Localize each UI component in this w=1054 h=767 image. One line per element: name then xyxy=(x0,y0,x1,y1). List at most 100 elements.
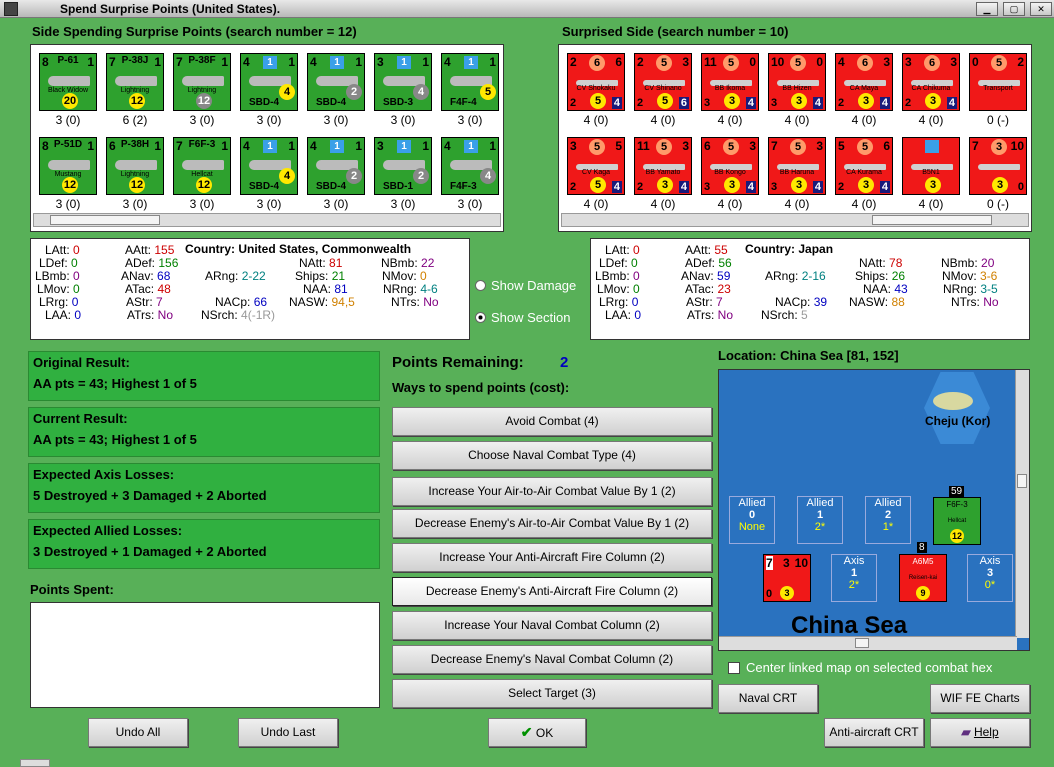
counter-right-value: 6 xyxy=(615,55,622,69)
action-button-8[interactable]: Select Target (3) xyxy=(392,679,712,708)
minimize-icon[interactable]: ▁ xyxy=(976,2,998,16)
show-section-radio[interactable] xyxy=(475,312,486,323)
counter-mid-value: 3 xyxy=(991,139,1007,155)
us-counter-1[interactable]: 7 P-38J 1 Lightning 12 xyxy=(106,53,164,111)
island-label: Cheju (Kor) xyxy=(925,414,991,428)
map-vscroll[interactable] xyxy=(1015,370,1029,638)
mini-map[interactable]: Cheju (Kor) Allied 0 None Allied 1 2* Allied… xyxy=(718,369,1030,651)
action-button-4[interactable]: Increase Your Anti-Aircraft Fire Column … xyxy=(392,543,712,572)
jp-counter-4[interactable]: 4 6 3 CA Maya 2 3 4 xyxy=(835,53,893,111)
counter-top-value: 1 xyxy=(397,140,411,153)
counter-br-value: 4 xyxy=(745,181,756,193)
action-button-0[interactable]: Avoid Combat (4) xyxy=(392,407,712,436)
wif-charts-button[interactable]: WIF FE Charts xyxy=(930,684,1030,713)
map-hscroll[interactable] xyxy=(719,636,1017,650)
help-button[interactable]: ▰ Help xyxy=(930,718,1030,747)
combat-box-axis-1[interactable]: Axis 1 2* xyxy=(831,554,877,602)
undo-all-button[interactable]: Undo All xyxy=(88,718,188,747)
action-button-1[interactable]: Choose Naval Combat Type (4) xyxy=(392,441,712,470)
us-ntrs: No xyxy=(423,295,439,309)
counter-br-value: 4 xyxy=(879,97,890,109)
us-counter-2[interactable]: 7 P-38F 1 Lightning 12 xyxy=(173,53,231,111)
jp-anav: 59 xyxy=(717,269,731,283)
counter-bl-value: 3 xyxy=(771,181,778,193)
points-spent-list[interactable] xyxy=(30,602,380,708)
us-counter-3[interactable]: 4 1 1 SBD-4 4 xyxy=(240,53,298,111)
surprised-side-header: Surprised Side (search number = 10) xyxy=(562,24,789,39)
aa-crt-button[interactable]: Anti-aircraft CRT xyxy=(824,718,924,747)
us-counter-12[interactable]: 3 1 1 SBD-1 2 xyxy=(374,137,432,195)
scroll-thumb[interactable] xyxy=(50,215,160,225)
combat-box-allied-2[interactable]: Allied 2 1* xyxy=(865,496,911,544)
jp-counter-13[interactable]: 7 3 10 3 0 xyxy=(969,137,1027,195)
action-button-3[interactable]: Decrease Enemy's Air-to-Air Combat Value… xyxy=(392,509,712,538)
jp-counter-3[interactable]: 10 5 0 BB Hizen 3 3 4 xyxy=(768,53,826,111)
jp-arng: 2-16 xyxy=(801,269,826,283)
center-map-checkbox[interactable] xyxy=(728,662,740,674)
jp-counter-scrollbar[interactable] xyxy=(561,213,1029,227)
jp-counter-7[interactable]: 3 5 5 CV Kaga 2 5 4 xyxy=(567,137,625,195)
jp-counter-10[interactable]: 7 5 3 BB Haruna 3 3 4 xyxy=(768,137,826,195)
us-counter-scrollbar[interactable] xyxy=(33,213,501,227)
scroll-thumb[interactable] xyxy=(872,215,992,225)
counter-name: BB Hizen xyxy=(782,85,812,92)
action-button-7[interactable]: Decrease Enemy's Naval Combat Column (2) xyxy=(392,645,712,674)
us-counter-0[interactable]: 8 P-61 1 Black Widow 20 xyxy=(39,53,97,111)
naval-crt-button[interactable]: Naval CRT xyxy=(718,684,818,713)
jp-nbmb: 20 xyxy=(981,256,995,270)
show-damage-radio[interactable] xyxy=(475,280,486,291)
us-counter-label: 3 (0) xyxy=(189,113,215,127)
us-counter-11[interactable]: 4 1 1 SBD-4 2 xyxy=(307,137,365,195)
jp-counter-11[interactable]: 5 5 6 CA Kurama 2 3 4 xyxy=(835,137,893,195)
us-counter-10[interactable]: 4 1 1 SBD-4 4 xyxy=(240,137,298,195)
map-counter-f6f3[interactable]: F6F-3 Hellcat 12 xyxy=(933,497,981,545)
us-counter-13[interactable]: 4 1 1 F4F-3 4 xyxy=(441,137,499,195)
show-damage-label[interactable]: Show Damage xyxy=(491,278,576,293)
jp-counter-5[interactable]: 3 6 3 CA Chikuma 2 3 4 xyxy=(902,53,960,111)
us-counter-6[interactable]: 4 1 1 F4F-4 5 xyxy=(441,53,499,111)
action-button-5[interactable]: Decrease Enemy's Anti-Aircraft Fire Colu… xyxy=(392,577,712,606)
jp-counter-8[interactable]: 11 5 3 BB Yamato 2 3 4 xyxy=(634,137,692,195)
us-counter-8[interactable]: 6 P-38H 1 Lightning 12 xyxy=(106,137,164,195)
us-nasw: 94,5 xyxy=(331,295,355,309)
combat-box-axis-3[interactable]: Axis 3 0* xyxy=(967,554,1013,602)
us-counter-9[interactable]: 7 F6F-3 1 Hellcat 12 xyxy=(173,137,231,195)
action-button-6[interactable]: Increase Your Naval Combat Column (2) xyxy=(392,611,712,640)
counter-right-value: 1 xyxy=(355,55,362,69)
jp-counter-0[interactable]: 2 6 6 CV Shokaku 2 5 4 xyxy=(567,53,625,111)
close-icon[interactable]: ✕ xyxy=(1030,2,1052,16)
jp-counter-label: 4 (0) xyxy=(717,197,743,211)
jp-adef: 56 xyxy=(718,256,732,270)
counter-top-value: 1 xyxy=(263,56,277,69)
us-counter-label: 3 (0) xyxy=(457,113,483,127)
jp-counter-label: 4 (0) xyxy=(650,197,676,211)
jp-counter-1[interactable]: 2 5 3 CV Shinano 2 5 6 xyxy=(634,53,692,111)
jp-counter-6[interactable]: 0 5 2 Transport xyxy=(969,53,1027,111)
counter-right-value: 3 xyxy=(749,139,756,153)
action-button-2[interactable]: Increase Your Air-to-Air Combat Value By… xyxy=(392,477,712,506)
us-atac: 48 xyxy=(157,282,171,296)
us-counter-7[interactable]: 8 P-51D 1 Mustang 12 xyxy=(39,137,97,195)
us-counter-4[interactable]: 4 1 1 SBD-4 2 xyxy=(307,53,365,111)
resize-grip[interactable] xyxy=(20,759,50,767)
combat-box-allied-0[interactable]: Allied 0 None xyxy=(729,496,775,544)
map-counter-ship[interactable]: 7 3 10 0 3 xyxy=(763,554,811,602)
jp-counter-9[interactable]: 6 5 3 BB Kongo 3 3 4 xyxy=(701,137,759,195)
jp-nasw: 88 xyxy=(891,295,905,309)
combat-box-allied-1[interactable]: Allied 1 2* xyxy=(797,496,843,544)
us-counter-5[interactable]: 3 1 1 SBD-3 4 xyxy=(374,53,432,111)
counter-right-value: 1 xyxy=(489,55,496,69)
counter-right-value: 3 xyxy=(816,139,823,153)
jp-counter-label: 4 (0) xyxy=(784,197,810,211)
maximize-icon[interactable]: ▢ xyxy=(1003,2,1025,16)
map-counter-a6m5[interactable]: A6M5 Reisen-kai 9 xyxy=(899,554,947,602)
jp-counter-2[interactable]: 11 5 0 BB Ikoma 3 3 4 xyxy=(701,53,759,111)
ok-button[interactable]: ✔ OK xyxy=(488,718,586,747)
center-map-label[interactable]: Center linked map on selected combat hex xyxy=(746,660,992,675)
jp-counter-12[interactable]: B5N1 3 xyxy=(902,137,960,195)
counter-dot-value: 12 xyxy=(62,177,78,193)
undo-last-button[interactable]: Undo Last xyxy=(238,718,338,747)
counter-dot-value: 3 xyxy=(724,93,740,109)
show-section-label[interactable]: Show Section xyxy=(491,310,571,325)
us-arng: 2-22 xyxy=(241,269,266,283)
